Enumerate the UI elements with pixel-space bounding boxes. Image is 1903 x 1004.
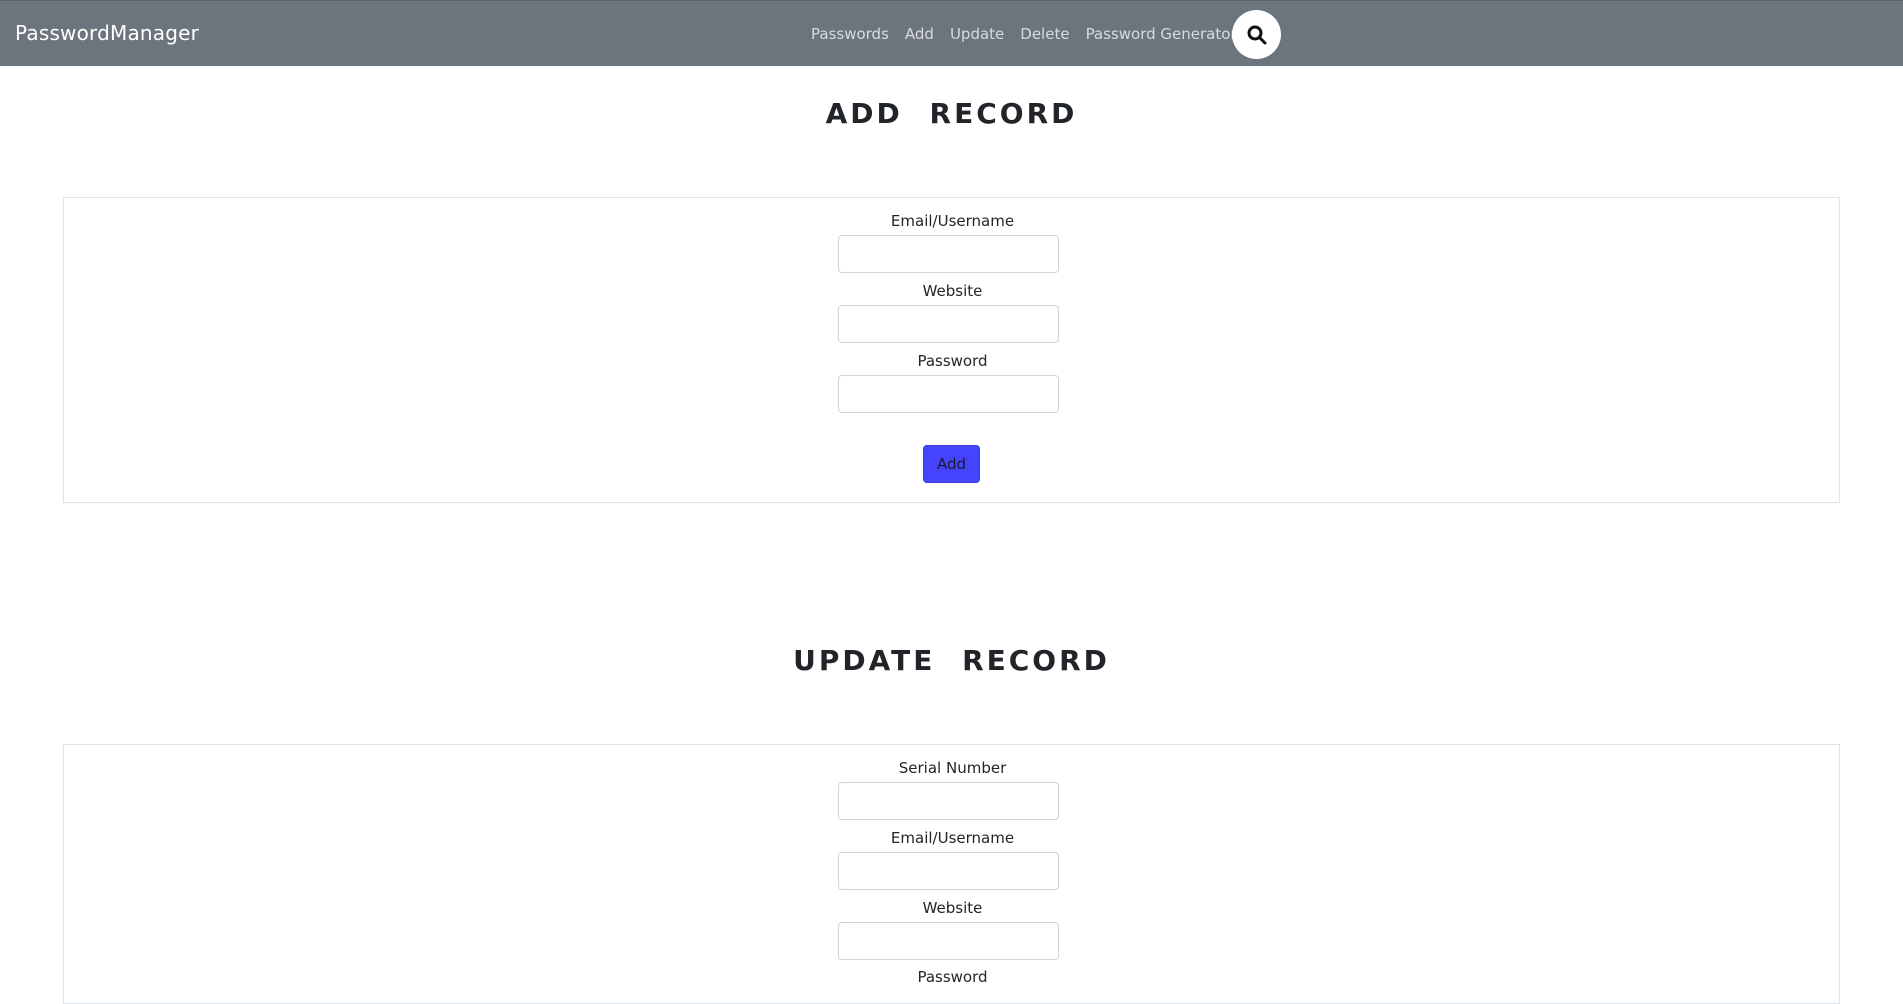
navbar: PasswordManager Passwords Add Update Del…: [0, 0, 1903, 66]
update-serial-input[interactable]: [838, 782, 1059, 820]
add-website-input[interactable]: [838, 305, 1059, 343]
add-email-input[interactable]: [838, 235, 1059, 273]
nav-update-link[interactable]: Update: [950, 25, 1004, 43]
update-record-form: Serial Number Email/Username Website Pas…: [63, 744, 1840, 1004]
nav-delete-link[interactable]: Delete: [1020, 25, 1069, 43]
add-password-label: Password: [917, 352, 988, 370]
add-button[interactable]: Add: [923, 445, 980, 483]
add-record-title: ADD RECORD: [825, 97, 1078, 130]
add-website-label: Website: [922, 282, 983, 300]
add-record-form: Email/Username Website Password Add: [63, 197, 1840, 503]
search-button[interactable]: [1232, 10, 1281, 59]
brand-link[interactable]: PasswordManager: [15, 21, 199, 45]
search-icon: [1247, 25, 1266, 44]
nav-passwords-link[interactable]: Passwords: [811, 25, 889, 43]
add-password-input[interactable]: [838, 375, 1059, 413]
update-password-label: Password: [917, 968, 988, 986]
update-email-input[interactable]: [838, 852, 1059, 890]
update-record-title: UPDATE RECORD: [793, 644, 1110, 677]
nav-password-generator-link[interactable]: Password Generator: [1086, 25, 1237, 43]
update-website-input[interactable]: [838, 922, 1059, 960]
update-email-label: Email/Username: [890, 829, 1015, 847]
update-website-label: Website: [922, 899, 983, 917]
nav-links: Passwords Add Update Delete Password Gen…: [811, 1, 1253, 67]
nav-add-link[interactable]: Add: [905, 25, 934, 43]
add-email-label: Email/Username: [890, 212, 1015, 230]
update-serial-label: Serial Number: [898, 759, 1007, 777]
